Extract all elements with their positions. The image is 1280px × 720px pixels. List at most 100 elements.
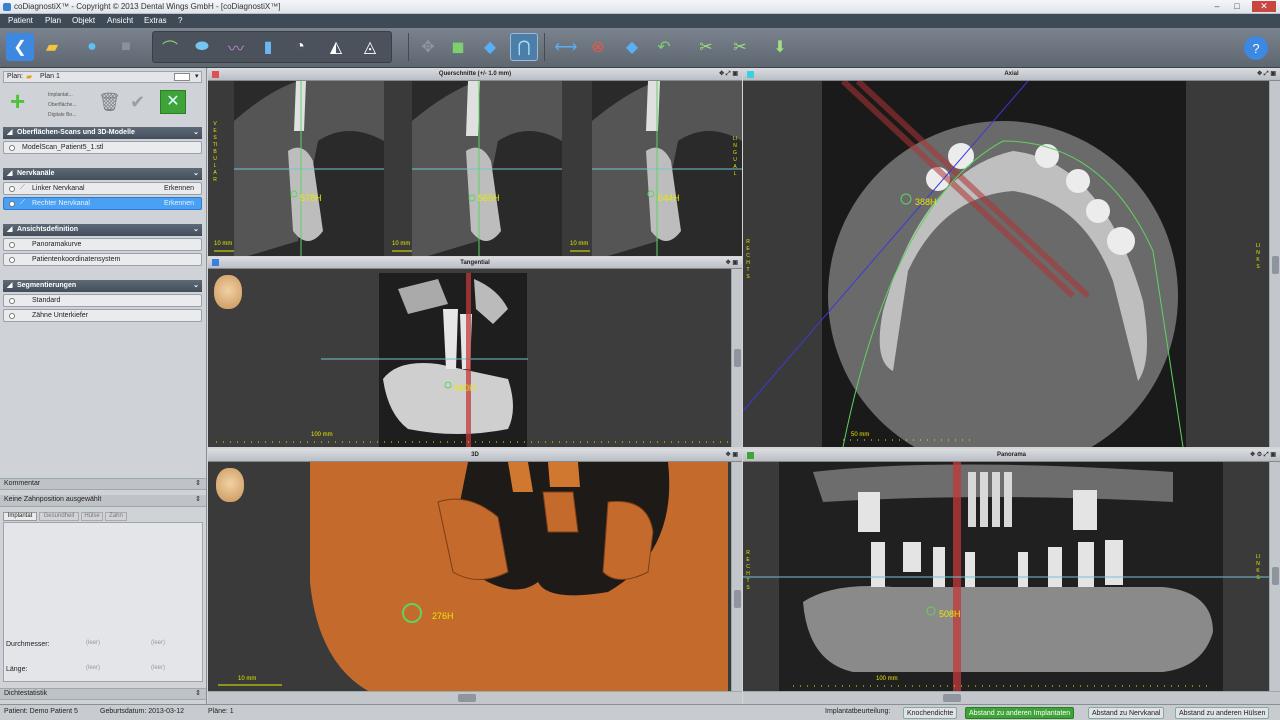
list-item-patient-coords[interactable]: Patientenkoordinatensystem [3, 253, 202, 266]
group-header-nerve-canals[interactable]: ◢ Nervkanäle ⌄ [3, 168, 202, 180]
add-implant-item[interactable]: Implantat... [48, 90, 77, 100]
head-orientation-icon[interactable] [216, 468, 244, 502]
panorama-curve-icon[interactable]: ⌒ [156, 33, 184, 61]
undo-icon[interactable]: ↶ [650, 33, 678, 61]
add-digital-item[interactable]: Digitale Bo... [48, 110, 77, 120]
list-item-left-nerve[interactable]: ⟋ Linker Nervkanal Erkennen [3, 182, 202, 195]
detect-button[interactable]: Erkennen [159, 184, 199, 193]
scroll-thumb[interactable] [458, 694, 476, 702]
diameter-field[interactable]: (leer) [60, 640, 110, 650]
cube-icon[interactable]: ◼ [444, 33, 472, 61]
view-controls-icon[interactable]: ✥ ▣ [726, 257, 738, 269]
tab-health[interactable]: Gesundheit [39, 512, 79, 521]
help-icon[interactable]: ? [1244, 36, 1268, 60]
plan-selector[interactable]: Plan: ▰ Plan 1 ▾ [3, 71, 202, 83]
menu-help[interactable]: ? [178, 16, 182, 25]
move-icon[interactable]: ✥ [414, 33, 442, 61]
length-field[interactable]: (leer) [60, 665, 110, 675]
measure-icon[interactable]: ⟷ [552, 33, 580, 61]
list-view-icon[interactable] [174, 73, 190, 81]
add-icon[interactable]: + [10, 88, 32, 114]
scroll-thumb[interactable] [1272, 567, 1279, 585]
add-object-list[interactable]: Implantat... Oberfläche... Digitale Bo..… [48, 90, 77, 120]
tab-tooth[interactable]: Zahn [105, 512, 127, 521]
visibility-icon[interactable] [9, 257, 15, 263]
segmentation-icon[interactable]: ⬬ [188, 33, 216, 61]
view-controls-icon[interactable]: ✥ ▣ [726, 449, 738, 462]
visibility-icon[interactable] [9, 186, 15, 192]
implant-icon[interactable]: ▮ [254, 33, 282, 61]
close-button[interactable]: ✕ [1252, 1, 1276, 12]
distance-sleeves-button[interactable]: Abstand zu anderen Hülsen [1175, 707, 1270, 719]
comment-panel-header[interactable]: Kommentar ⇕ [0, 478, 206, 490]
minimize-button[interactable]: – [1210, 1, 1224, 12]
chevron-down-icon[interactable]: ▾ [195, 72, 199, 80]
length-field-2[interactable]: (leer) [125, 665, 175, 675]
detect-button[interactable]: Erkennen [159, 199, 199, 208]
distance-nerve-button[interactable]: Abstand zu Nervkanal [1088, 707, 1165, 719]
view-controls-icon[interactable]: ✥ ⤢ ▣ [719, 68, 738, 81]
view-3d-icon[interactable]: ◆ [476, 33, 504, 61]
folder-icon[interactable]: ▰ [38, 33, 66, 61]
trash-icon[interactable]: 🗑 [98, 92, 121, 113]
scroll-thumb[interactable] [1272, 256, 1279, 274]
density-panel-header[interactable]: Dichtestatistik ⇕ [0, 688, 206, 700]
scroll-thumb[interactable] [943, 694, 961, 702]
nerve-canal-icon[interactable]: 〰 [222, 33, 250, 61]
visibility-icon[interactable] [9, 242, 15, 248]
delete-measure-icon[interactable]: ⊗ [584, 33, 612, 61]
visibility-icon[interactable] [9, 201, 15, 207]
export-icon[interactable]: ■ [112, 33, 140, 61]
layout-icon[interactable]: ✕ [160, 90, 186, 114]
panorama-view[interactable]: 508H 100 mm RECHTS LINKS [743, 462, 1280, 704]
axial-scrollbar[interactable] [1269, 81, 1280, 447]
list-item-panorama-curve[interactable]: Panoramakurve [3, 238, 202, 251]
visibility-icon[interactable] [9, 298, 15, 304]
visibility-icon[interactable] [9, 313, 15, 319]
list-item-lower-teeth[interactable]: Zähne Unterkiefer [3, 309, 202, 322]
3d-hscrollbar[interactable] [208, 691, 742, 704]
check-icon[interactable]: ✔ [130, 92, 145, 113]
group-header-segmentations[interactable]: ◢ Segmentierungen ⌄ [3, 280, 202, 292]
arch-view-icon[interactable]: ⋂ [510, 33, 538, 61]
distance-implants-button[interactable]: Abstand zu anderen Implantaten [965, 707, 1075, 719]
maximize-button[interactable]: □ [1230, 1, 1244, 12]
cross-section-view[interactable]: 578H 565H 644H 10 mm 10 mm 10 mm VESTIBU… [208, 81, 742, 256]
view-controls-icon[interactable]: ✥ ⚙ ⤢ ▣ [1250, 449, 1276, 462]
menu-objekt[interactable]: Objekt [72, 16, 95, 25]
add-surface-item[interactable]: Oberfläche... [48, 100, 77, 110]
export-guide-icon[interactable]: ⬇ [766, 33, 794, 61]
list-item-standard[interactable]: Standard [3, 294, 202, 307]
panorama-hscrollbar[interactable] [743, 691, 1280, 704]
3d-view[interactable]: 276H 10 mm [208, 462, 742, 704]
globe-icon[interactable]: ● [78, 33, 106, 61]
tab-sleeve[interactable]: Hülse [81, 512, 103, 521]
axial-view[interactable]: 388H 50 mm RECHTS LINKS [743, 81, 1280, 447]
tangential-view[interactable]: 460H 100 mm [208, 269, 742, 447]
3d-scrollbar[interactable] [731, 462, 742, 691]
menu-patient[interactable]: Patient [8, 16, 33, 25]
diameter-field-2[interactable]: (leer) [125, 640, 175, 650]
view-controls-icon[interactable]: ✥ ⤢ ▣ [1257, 68, 1276, 81]
menu-plan[interactable]: Plan [45, 16, 61, 25]
list-item-modelscan[interactable]: ModelScan_Patient5_1.stl [3, 141, 202, 154]
cut-icon[interactable]: ✂ [692, 33, 720, 61]
list-item-right-nerve[interactable]: ⟋ Rechter Nervkanal Erkennen [3, 197, 202, 210]
scroll-thumb[interactable] [734, 349, 741, 367]
tooth-panel-header[interactable]: Keine Zahnposition ausgewählt ⇕ [0, 495, 206, 507]
tangential-scrollbar[interactable] [731, 269, 742, 447]
menu-extras[interactable]: Extras [144, 16, 167, 25]
back-icon[interactable]: ❮ [6, 33, 34, 61]
tab-implant[interactable]: Implantat [3, 512, 37, 521]
panorama-scrollbar[interactable] [1269, 462, 1280, 691]
group-header-view-definition[interactable]: ◢ Ansichtsdefinition ⌄ [3, 224, 202, 236]
template-icon[interactable]: ◬ [356, 33, 384, 61]
group-header-surface-scans[interactable]: ◢ Oberflächen-Scans und 3D-Modelle ⌄ [3, 127, 202, 139]
scroll-thumb[interactable] [734, 590, 741, 608]
cut-alt-icon[interactable]: ✂ [726, 33, 754, 61]
sleeve-icon[interactable]: ◔ [286, 33, 314, 61]
guide-icon[interactable]: ◭ [322, 33, 350, 61]
box-icon[interactable]: ◆ [618, 33, 646, 61]
menu-ansicht[interactable]: Ansicht [107, 16, 133, 25]
head-orientation-icon[interactable] [214, 275, 242, 309]
